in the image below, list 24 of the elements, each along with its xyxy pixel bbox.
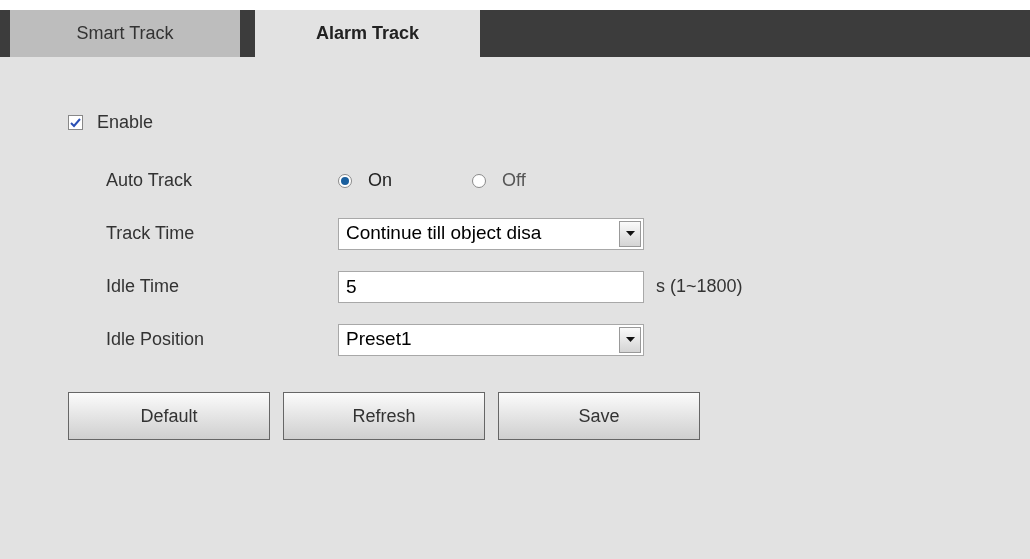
field-label: Track Time	[105, 222, 196, 245]
radio-label: On	[368, 169, 392, 192]
field-label: Idle Position	[105, 328, 206, 351]
radio-button[interactable]	[472, 173, 486, 188]
action-button[interactable]: Default	[68, 392, 270, 440]
dropdown-button[interactable]	[619, 326, 641, 353]
field-label: Auto Track	[105, 169, 194, 192]
radio-label: Off	[502, 169, 526, 192]
action-button[interactable]: Refresh	[283, 392, 485, 440]
checkbox[interactable]	[68, 115, 83, 130]
tab[interactable]: Alarm Track	[255, 10, 480, 57]
radio-button[interactable]	[338, 173, 352, 188]
select-field[interactable]: Continue till object disa	[338, 217, 644, 250]
caret-icon	[625, 231, 635, 236]
input-field[interactable]: 5	[338, 270, 644, 303]
caret-icon	[625, 337, 635, 342]
dropdown-button[interactable]	[619, 220, 641, 247]
select-field[interactable]: Preset1	[338, 323, 644, 356]
range-hint: s (1~1800)	[656, 275, 743, 298]
action-button[interactable]: Save	[498, 392, 700, 440]
field-label: Idle Time	[105, 275, 181, 298]
checkbox-label: Enable	[97, 111, 154, 134]
tab[interactable]: Smart Track	[10, 10, 240, 57]
check-icon	[70, 117, 81, 128]
